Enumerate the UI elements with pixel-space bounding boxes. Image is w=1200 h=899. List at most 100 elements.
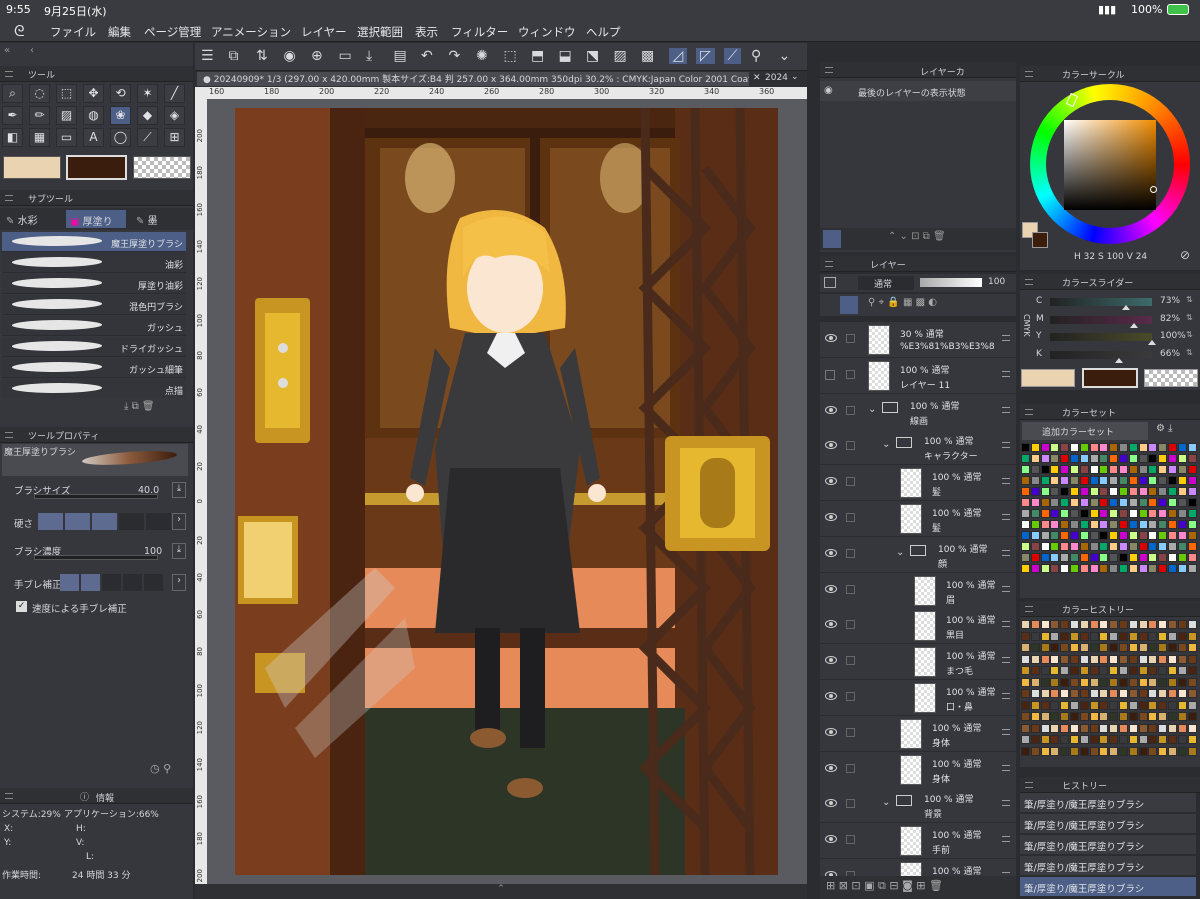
layer-menu-icon[interactable] bbox=[1002, 514, 1010, 520]
snap-grid-icon[interactable]: ⟋ bbox=[723, 48, 742, 64]
color-history-swatch[interactable] bbox=[1021, 700, 1030, 710]
color-history-swatch[interactable] bbox=[1050, 700, 1060, 710]
color-set-swatch[interactable] bbox=[1021, 476, 1030, 485]
color-history-swatch[interactable] bbox=[1109, 723, 1119, 733]
color-history-swatch[interactable] bbox=[1099, 712, 1109, 721]
color-set-swatch[interactable] bbox=[1109, 509, 1119, 518]
color-set-swatch[interactable] bbox=[1099, 564, 1109, 573]
color-history-swatch[interactable] bbox=[1030, 677, 1040, 687]
color-history-swatch[interactable] bbox=[1109, 735, 1119, 744]
color-set-swatch[interactable] bbox=[1148, 476, 1158, 485]
color-history-swatch[interactable] bbox=[1148, 643, 1158, 652]
color-set-swatch[interactable] bbox=[1177, 531, 1187, 540]
color-set-swatch[interactable] bbox=[1177, 487, 1187, 496]
color-set-swatch[interactable] bbox=[1079, 531, 1089, 540]
layer-comp-tab[interactable]: レイヤーカ bbox=[920, 65, 965, 78]
color-set-swatch[interactable] bbox=[1030, 509, 1040, 518]
eye-icon[interactable] bbox=[825, 763, 837, 772]
color-history-swatch[interactable] bbox=[1079, 746, 1089, 756]
history-item[interactable]: 筆/厚塗り/魔王厚塗りブラシ bbox=[1020, 793, 1196, 813]
color-history-swatch[interactable] bbox=[1040, 712, 1050, 721]
color-set-swatch[interactable] bbox=[1070, 542, 1079, 551]
artwork-illustration[interactable] bbox=[235, 108, 778, 875]
color-history-swatch[interactable] bbox=[1109, 689, 1119, 698]
color-history-swatch[interactable] bbox=[1148, 712, 1158, 721]
color-history-swatch[interactable] bbox=[1168, 735, 1177, 744]
color-history-swatch[interactable] bbox=[1070, 723, 1079, 733]
splitter-1[interactable] bbox=[807, 43, 819, 899]
color-history-swatch[interactable] bbox=[1040, 620, 1050, 629]
color-set-swatch[interactable] bbox=[1128, 509, 1138, 518]
color-history-swatch[interactable] bbox=[1158, 712, 1168, 721]
color-history-swatch[interactable] bbox=[1099, 689, 1109, 698]
color-set-swatch[interactable] bbox=[1079, 520, 1089, 529]
color-set-swatch[interactable] bbox=[1138, 520, 1148, 529]
menu-filter[interactable]: フィルター bbox=[451, 24, 508, 40]
color-set-swatch[interactable] bbox=[1187, 542, 1197, 551]
color-set-swatch[interactable] bbox=[1138, 487, 1148, 496]
color-set-swatch[interactable] bbox=[1070, 465, 1079, 474]
color-history-swatch[interactable] bbox=[1089, 700, 1099, 710]
color-history-swatch[interactable] bbox=[1040, 723, 1050, 733]
blend-icon[interactable]: ◈ bbox=[164, 106, 185, 125]
color-set-swatch[interactable] bbox=[1050, 542, 1060, 551]
color-set-swatch[interactable] bbox=[1148, 487, 1158, 496]
color-set-swatch[interactable] bbox=[1079, 465, 1089, 474]
color-history-swatch[interactable] bbox=[1070, 735, 1079, 744]
color-history-swatch[interactable] bbox=[1089, 631, 1099, 641]
slider-k-handle[interactable] bbox=[1114, 357, 1123, 363]
color-history-swatch[interactable] bbox=[1099, 654, 1109, 664]
color-set-swatch[interactable] bbox=[1158, 498, 1168, 507]
color-history-swatch[interactable] bbox=[1089, 666, 1099, 675]
color-history-swatch[interactable] bbox=[1168, 666, 1177, 675]
clear-icon[interactable]: ▨ bbox=[614, 48, 627, 64]
color-set-swatch[interactable] bbox=[1187, 520, 1197, 529]
color-set-swatch[interactable] bbox=[1040, 531, 1050, 540]
color-set-swatch[interactable] bbox=[1158, 465, 1168, 474]
color-set-swatch[interactable] bbox=[1040, 476, 1050, 485]
text-icon[interactable]: A bbox=[83, 128, 104, 147]
color-set-swatch[interactable] bbox=[1079, 476, 1089, 485]
color-history-swatch[interactable] bbox=[1050, 654, 1060, 664]
color-history-swatch[interactable] bbox=[1089, 620, 1099, 629]
color-set-swatch[interactable] bbox=[1119, 542, 1128, 551]
layer-lock-icons[interactable]: ⚲ ⌖ 🔒 ▦ ▩ ◐ bbox=[868, 297, 937, 308]
menu-help[interactable]: ヘルプ bbox=[586, 24, 621, 40]
color-history-swatch[interactable] bbox=[1119, 643, 1128, 652]
color-set-swatch[interactable] bbox=[1050, 443, 1060, 452]
color-set-swatch[interactable] bbox=[1128, 487, 1138, 496]
color-set-swatch[interactable] bbox=[1138, 454, 1148, 463]
color-history-swatch[interactable] bbox=[1040, 746, 1050, 756]
color-history-swatch[interactable] bbox=[1070, 746, 1079, 756]
color-set-swatch[interactable] bbox=[1040, 487, 1050, 496]
history-item[interactable]: 筆/厚塗り/魔王厚塗りブラシ bbox=[1020, 835, 1196, 855]
eye-icon[interactable] bbox=[825, 334, 837, 342]
color-history-swatch[interactable] bbox=[1109, 712, 1119, 721]
color-history-swatch[interactable] bbox=[1138, 723, 1148, 733]
color-history-swatch[interactable] bbox=[1168, 746, 1177, 756]
color-history-swatch[interactable] bbox=[1168, 620, 1177, 629]
color-set-swatch[interactable] bbox=[1070, 520, 1079, 529]
color-history-swatch[interactable] bbox=[1040, 666, 1050, 675]
color-set-swatch[interactable] bbox=[1177, 520, 1187, 529]
color-mode-icon[interactable]: ⊘ bbox=[1180, 248, 1190, 262]
color-history-swatch[interactable] bbox=[1177, 723, 1187, 733]
color-history-swatch[interactable] bbox=[1177, 620, 1187, 629]
color-history-swatch[interactable] bbox=[1128, 643, 1138, 652]
color-set-swatch[interactable] bbox=[1177, 498, 1187, 507]
color-history-swatch[interactable] bbox=[1119, 677, 1128, 687]
color-set-swatch[interactable] bbox=[1168, 443, 1177, 452]
color-set-swatch[interactable] bbox=[1138, 509, 1148, 518]
color-set-swatch[interactable] bbox=[1109, 465, 1119, 474]
color-set-swatch[interactable] bbox=[1119, 443, 1128, 452]
color-set-swatch[interactable] bbox=[1070, 476, 1079, 485]
color-set-swatch[interactable] bbox=[1177, 465, 1187, 474]
color-history-swatch[interactable] bbox=[1148, 746, 1158, 756]
decoration-icon[interactable]: ❀ bbox=[110, 106, 131, 125]
color-history-swatch[interactable] bbox=[1060, 643, 1070, 652]
color-history-swatch[interactable] bbox=[1109, 746, 1119, 756]
color-set-swatch[interactable] bbox=[1040, 553, 1050, 562]
color-set-swatch[interactable] bbox=[1148, 443, 1158, 452]
color-set-swatch[interactable] bbox=[1060, 531, 1070, 540]
color-set-swatch[interactable] bbox=[1119, 465, 1128, 474]
